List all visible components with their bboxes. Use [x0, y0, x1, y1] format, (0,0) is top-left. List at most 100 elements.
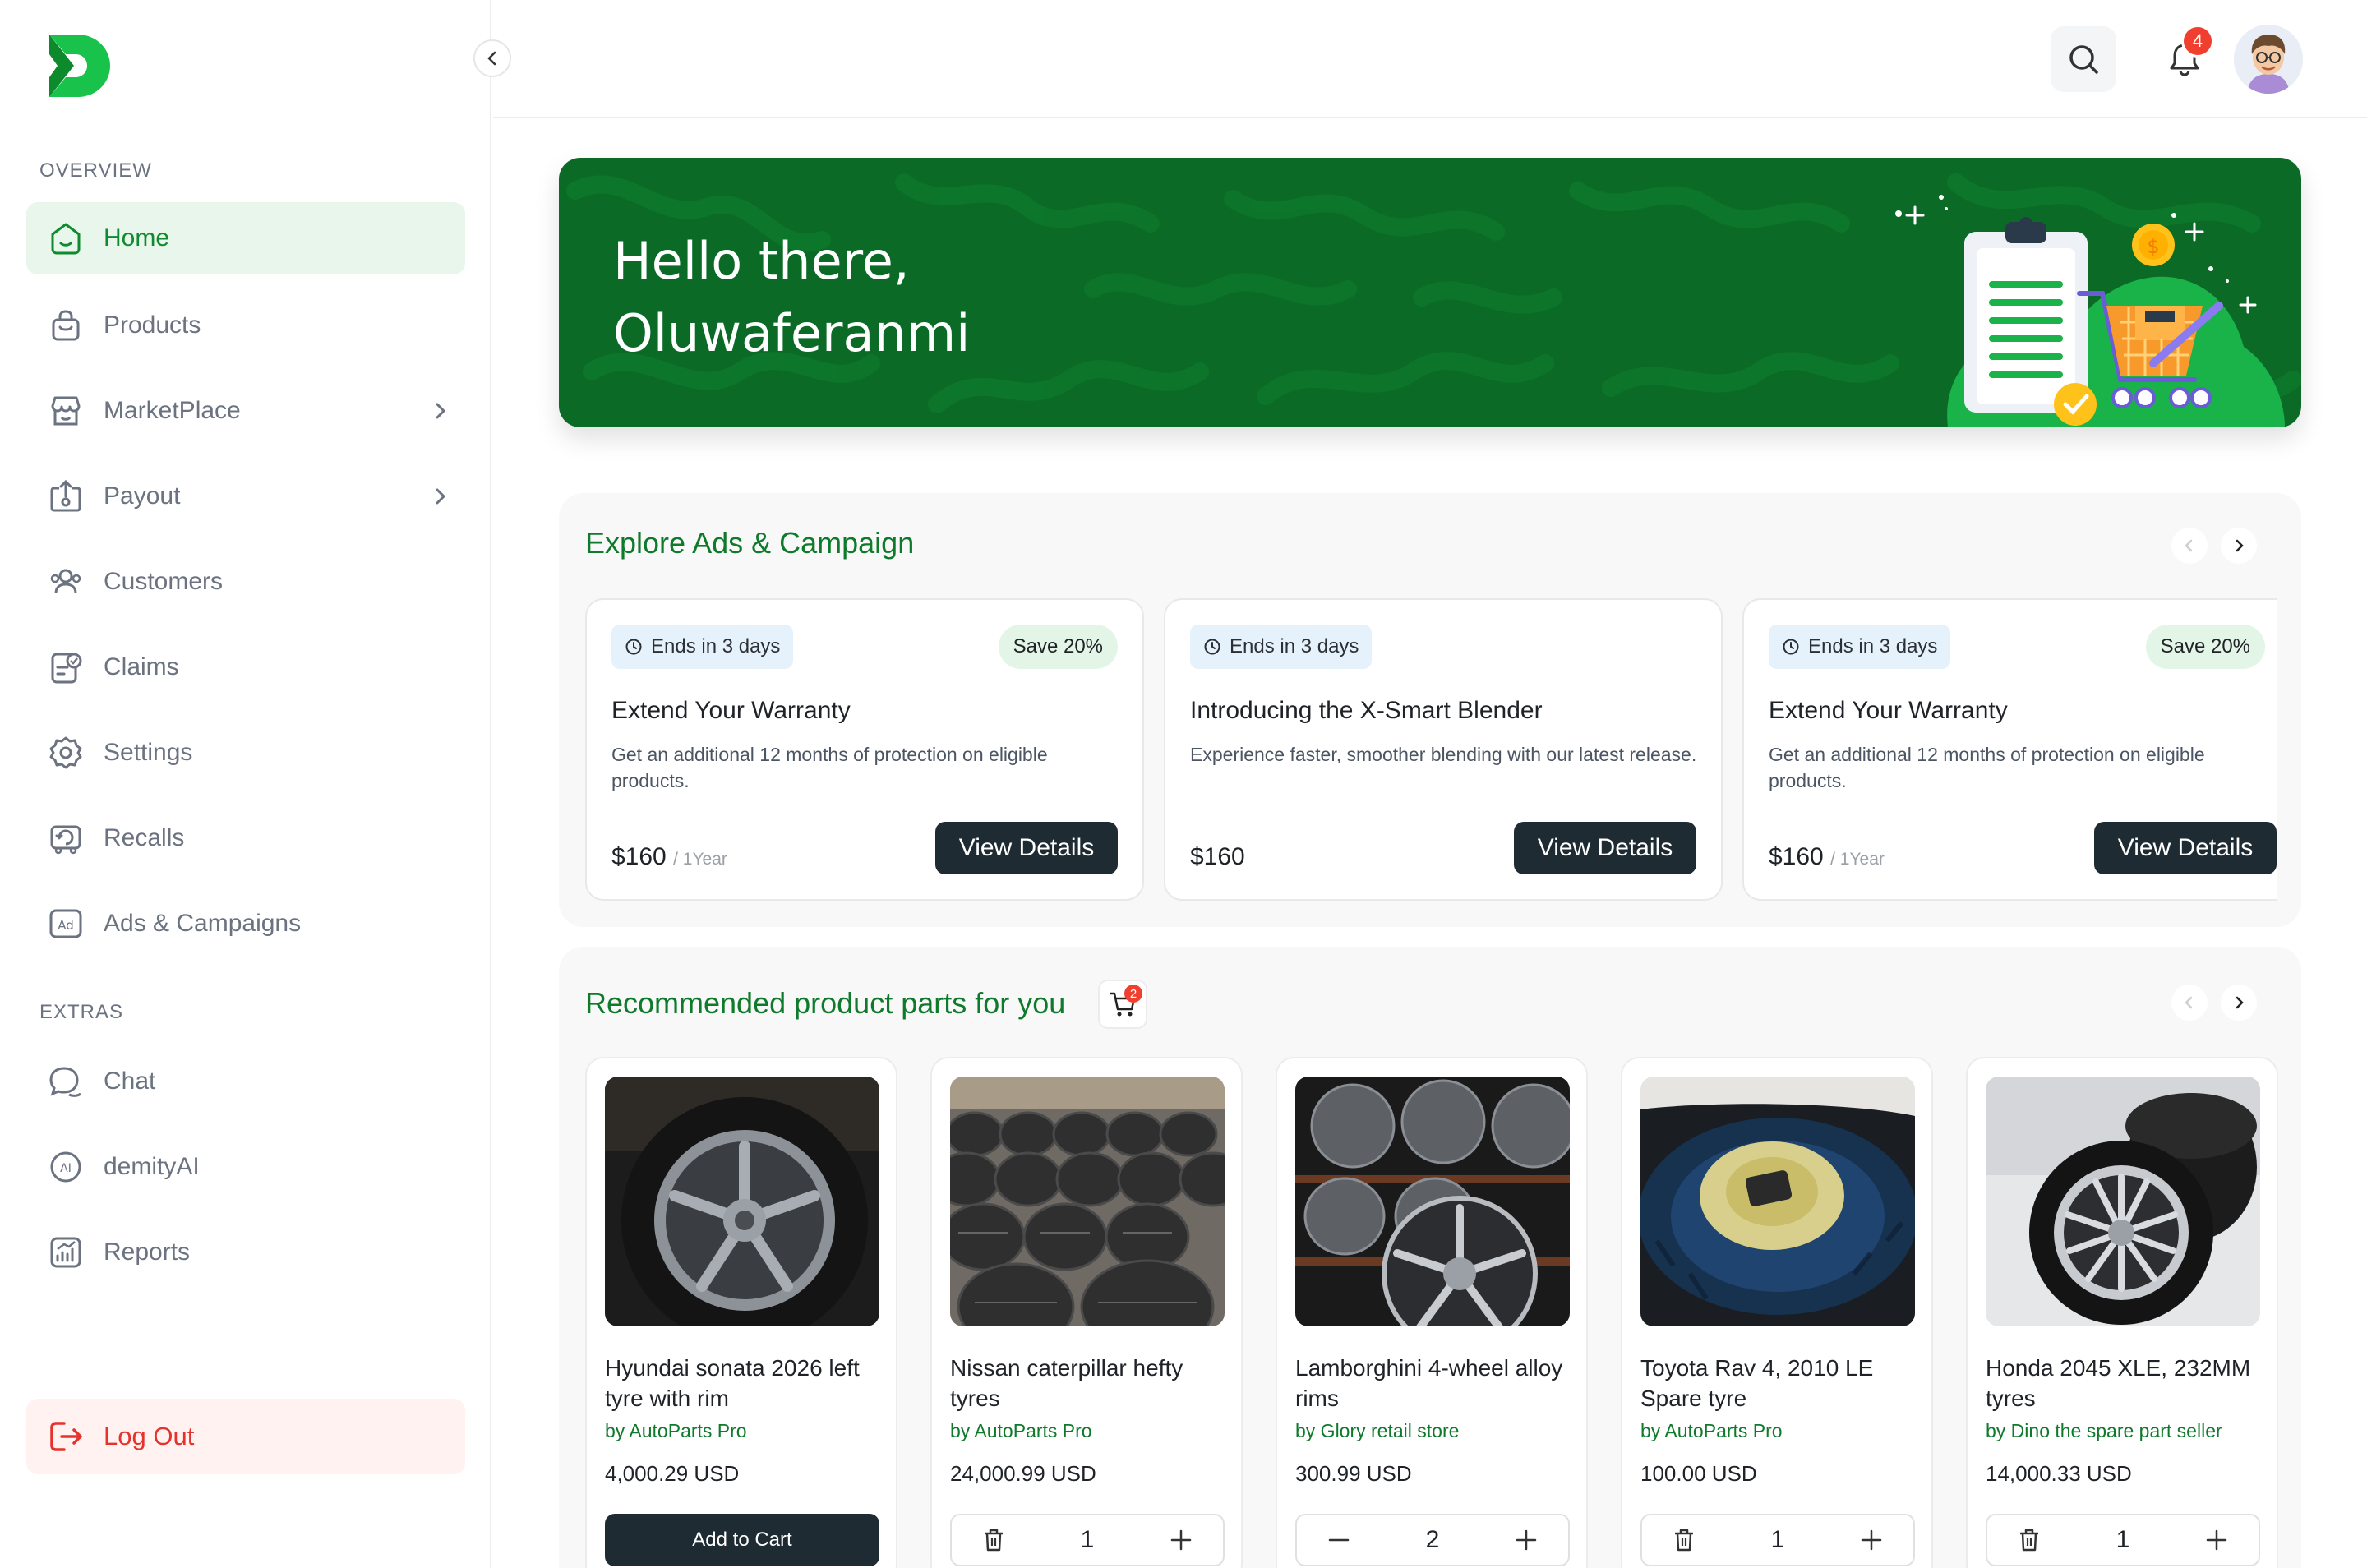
ads-section-title: Explore Ads & Campaign — [585, 526, 915, 560]
quantity-value: 2 — [1425, 1526, 1440, 1553]
product-image[interactable] — [605, 1077, 879, 1326]
nav-item-marketplace[interactable]: MarketPlace — [26, 375, 465, 447]
nav-item-customers[interactable]: Customers — [26, 546, 465, 618]
product-card[interactable]: Lamborghini 4-wheel alloy rims by Glory … — [1276, 1057, 1588, 1568]
top-header: 4 — [493, 0, 2367, 118]
nav-item-reports[interactable]: Reports — [26, 1216, 465, 1289]
product-name: Honda 2045 XLE, 232MM tyres — [1986, 1355, 2251, 1411]
brand-logo[interactable] — [44, 31, 113, 100]
chevron-right-icon — [436, 403, 446, 419]
ads-prev-button[interactable] — [2171, 528, 2208, 564]
trash-icon[interactable] — [2017, 1527, 2042, 1553]
product-card[interactable]: Hyundai sonata 2026 left tyre with rim b… — [585, 1057, 897, 1568]
logout-label: Log Out — [104, 1422, 195, 1450]
price-period: / 1Year — [1830, 850, 1885, 869]
recommended-next-button[interactable] — [2221, 985, 2257, 1021]
chevron-left-icon — [487, 51, 496, 66]
product-name: Hyundai sonata 2026 left tyre with rim — [605, 1355, 860, 1411]
ends-badge: Ends in 3 days — [1769, 625, 1951, 669]
store-icon — [46, 391, 85, 431]
shopping-illustration: $ — [1895, 195, 2285, 427]
plus-icon[interactable] — [1169, 1528, 1193, 1552]
ad-title: Introducing the X-Smart Blender — [1190, 697, 1543, 724]
product-price: 24,000.99 USD — [950, 1461, 1096, 1486]
ad-title: Extend Your Warranty — [1769, 697, 2008, 724]
notification-count-badge: 4 — [2181, 25, 2214, 58]
quantity-stepper: 2 — [1295, 1514, 1570, 1566]
product-card[interactable]: Toyota Rav 4, 2010 LE Spare tyre by Auto… — [1621, 1057, 1933, 1568]
price-value: $160 — [1769, 843, 1824, 870]
product-image[interactable] — [1640, 1077, 1915, 1326]
nav-item-home[interactable]: Home — [26, 202, 465, 274]
nav-item-demityai[interactable]: AI demityAI — [26, 1131, 465, 1203]
product-image[interactable] — [1295, 1077, 1570, 1326]
product-card[interactable]: Nissan caterpillar hefty tyres by AutoPa… — [930, 1057, 1243, 1568]
home-icon — [46, 219, 85, 258]
product-seller[interactable]: by Dino the spare part seller — [1986, 1420, 2222, 1442]
plus-icon[interactable] — [1859, 1528, 1884, 1552]
chevron-right-icon — [436, 488, 446, 505]
ai-icon: AI — [46, 1147, 85, 1187]
nav-item-chat[interactable]: Chat — [26, 1045, 465, 1118]
view-details-button[interactable]: View Details — [935, 822, 1118, 874]
ad-card[interactable]: Ends in 3 days Save 20% Extend Your Warr… — [1742, 598, 2277, 901]
ends-text: Ends in 3 days — [1808, 635, 1938, 657]
sidebar: OVERVIEW Home Products MarketPlace Payou… — [0, 0, 491, 1568]
svg-text:$: $ — [2147, 235, 2159, 258]
nav-item-label: Recalls — [104, 824, 185, 851]
product-image[interactable] — [950, 1077, 1225, 1326]
nav-item-label: Chat — [104, 1068, 156, 1095]
product-seller[interactable]: by AutoParts Pro — [605, 1420, 747, 1442]
search-button[interactable] — [2051, 26, 2116, 92]
nav-item-settings[interactable]: Settings — [26, 717, 465, 789]
ends-badge: Ends in 3 days — [611, 625, 794, 669]
search-icon — [2069, 45, 2098, 74]
product-price: 100.00 USD — [1640, 1461, 1757, 1486]
add-to-cart-button[interactable]: Add to Cart — [605, 1514, 879, 1566]
nav-item-label: Settings — [104, 739, 193, 766]
welcome-banner: Hello there, Oluwaferanmi $ — [559, 158, 2301, 427]
recommended-prev-button[interactable] — [2171, 985, 2208, 1021]
nav-item-label: Ads & Campaigns — [104, 910, 302, 937]
price-value: $160 — [611, 843, 667, 870]
ends-text: Ends in 3 days — [651, 635, 781, 657]
svg-text:AI: AI — [60, 1162, 72, 1175]
plus-icon[interactable] — [1514, 1528, 1539, 1552]
trash-icon[interactable] — [1672, 1527, 1696, 1553]
quantity-stepper: 1 — [1986, 1514, 2260, 1566]
minus-icon[interactable] — [1327, 1528, 1351, 1552]
user-avatar[interactable] — [2234, 25, 2303, 94]
overview-section-label: OVERVIEW — [39, 159, 152, 182]
price-value: $160 — [1190, 843, 1245, 870]
save-badge: Save 20% — [998, 625, 1118, 669]
view-details-button[interactable]: View Details — [1514, 822, 1696, 874]
product-seller[interactable]: by Glory retail store — [1295, 1420, 1459, 1442]
nav-item-payout[interactable]: Payout — [26, 460, 465, 533]
ad-card[interactable]: Ends in 3 days Introducing the X-Smart B… — [1164, 598, 1723, 901]
bag-icon — [46, 306, 85, 345]
chevron-left-icon — [2185, 996, 2193, 1009]
view-details-button[interactable]: View Details — [2094, 822, 2277, 874]
nav-item-claims[interactable]: Claims — [26, 631, 465, 703]
ends-badge: Ends in 3 days — [1190, 625, 1373, 669]
cart-button[interactable]: 2 — [1098, 980, 1147, 1029]
nav-item-ads-campaigns[interactable]: Ad Ads & Campaigns — [26, 888, 465, 960]
product-image[interactable] — [1986, 1077, 2260, 1326]
plus-icon[interactable] — [2204, 1528, 2229, 1552]
extras-section-label: EXTRAS — [39, 1001, 124, 1023]
product-seller[interactable]: by AutoParts Pro — [1640, 1420, 1783, 1442]
quantity-value: 1 — [1080, 1526, 1095, 1553]
quantity-stepper: 1 — [950, 1514, 1225, 1566]
ad-card[interactable]: Ends in 3 days Save 20% Extend Your Warr… — [585, 598, 1144, 901]
product-seller[interactable]: by AutoParts Pro — [950, 1420, 1092, 1442]
nav-item-label: demityAI — [104, 1153, 200, 1180]
nav-item-label: Customers — [104, 568, 224, 595]
collapse-sidebar-button[interactable] — [473, 39, 511, 77]
product-name: Nissan caterpillar hefty tyres — [950, 1355, 1184, 1411]
logout-button[interactable]: Log Out — [26, 1399, 465, 1474]
product-card[interactable]: Honda 2045 XLE, 232MM tyres by Dino the … — [1966, 1057, 2278, 1568]
trash-icon[interactable] — [981, 1527, 1006, 1553]
ads-next-button[interactable] — [2221, 528, 2257, 564]
nav-item-recalls[interactable]: Recalls — [26, 802, 465, 874]
nav-item-products[interactable]: Products — [26, 289, 465, 362]
